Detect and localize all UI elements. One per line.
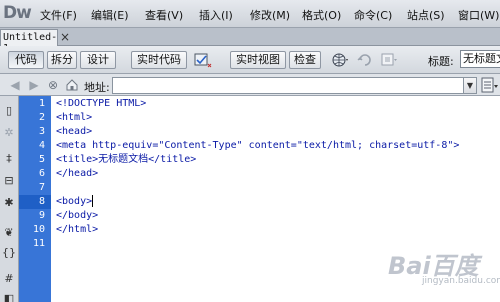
code-line[interactable]: <body> xyxy=(56,195,92,209)
line-numbers-icon[interactable]: # xyxy=(2,272,16,286)
menu-commands[interactable]: 命令(C) xyxy=(354,7,392,23)
address-dropdown-icon[interactable]: ▼ xyxy=(463,77,477,94)
split-view-button[interactable]: 拆分 xyxy=(47,51,77,69)
live-code-button[interactable]: 实时代码 xyxy=(131,51,187,69)
code-line[interactable]: <meta http-equiv="Content-Type" content=… xyxy=(56,139,459,153)
stop-icon[interactable]: ⊗ xyxy=(46,78,60,92)
balance-braces-icon[interactable]: {} xyxy=(2,246,16,260)
menu-bar: Dw 文件(F) 编辑(E) 查看(V) 插入(I) 修改(M) 格式(O) 命… xyxy=(0,0,500,28)
address-label: 地址: xyxy=(84,81,110,94)
design-view-button[interactable]: 设计 xyxy=(80,51,116,69)
document-tab-bar: Untitled-1 xyxy=(0,28,500,54)
text-caret xyxy=(92,195,93,207)
menu-window[interactable]: 窗口(W) xyxy=(458,7,499,23)
refresh-icon[interactable] xyxy=(356,51,374,69)
check-browser-icon[interactable] xyxy=(194,51,212,69)
expand-all-icon[interactable]: ✱ xyxy=(2,196,16,210)
line-number: 2 xyxy=(38,112,45,123)
code-view-button[interactable]: 代码 xyxy=(8,51,44,69)
code-line[interactable]: </body> xyxy=(56,209,98,223)
collapse-selection-icon[interactable]: ⊟ xyxy=(2,174,16,188)
line-number: 6 xyxy=(38,168,45,179)
open-documents-icon[interactable]: ▯ xyxy=(2,104,16,118)
preview-globe-icon[interactable] xyxy=(331,51,349,69)
line-number: 9 xyxy=(38,210,45,221)
address-input[interactable] xyxy=(112,77,464,94)
code-line[interactable]: <head> xyxy=(56,125,92,139)
collapse-full-tag-icon[interactable]: ‡ xyxy=(2,152,16,166)
menu-file[interactable]: 文件(F) xyxy=(40,7,77,23)
document-tab[interactable]: Untitled-1 xyxy=(0,29,58,54)
menu-view[interactable]: 查看(V) xyxy=(145,7,183,23)
line-number: 11 xyxy=(32,238,45,249)
code-line[interactable]: </html> xyxy=(56,223,98,237)
back-arrow-icon[interactable]: ◀ xyxy=(8,78,22,92)
inspect-button[interactable]: 检查 xyxy=(289,51,321,69)
show-code-navigator-icon[interactable]: ✲ xyxy=(2,126,16,140)
home-icon[interactable] xyxy=(65,78,79,92)
select-parent-tag-icon[interactable]: ❦ xyxy=(2,226,16,240)
line-number: 5 xyxy=(38,154,45,165)
line-number: 3 xyxy=(38,126,45,137)
visual-aids-icon[interactable] xyxy=(380,51,398,69)
line-number: 7 xyxy=(38,182,45,193)
line-number: 4 xyxy=(38,140,45,151)
menu-edit[interactable]: 编辑(E) xyxy=(91,7,129,23)
line-number: 1 xyxy=(38,98,45,109)
coding-toolbar: ▯ ✲ ‡ ⊟ ✱ ❦ {} # ◧ xyxy=(0,96,19,302)
options-menu-icon[interactable] xyxy=(481,77,499,94)
code-line[interactable]: <html> xyxy=(56,111,92,125)
menu-format[interactable]: 格式(O) xyxy=(302,7,341,23)
forward-arrow-icon[interactable]: ▶ xyxy=(27,78,41,92)
close-tab-icon[interactable]: × xyxy=(60,30,70,44)
code-line[interactable]: </head> xyxy=(56,167,98,181)
apply-comment-icon[interactable]: ◧ xyxy=(2,292,16,302)
line-number: 8 xyxy=(38,196,45,207)
live-view-button[interactable]: 实时视图 xyxy=(230,51,286,69)
watermark-url: jingyan.baidu.com xyxy=(422,276,500,286)
document-title-field[interactable]: 无标题文档 xyxy=(460,50,500,68)
code-line[interactable]: <!DOCTYPE HTML> xyxy=(56,97,146,111)
menu-site[interactable]: 站点(S) xyxy=(407,7,445,23)
menu-modify[interactable]: 修改(M) xyxy=(250,7,290,23)
line-number-gutter: 1 2 3 4 5 6 7 8 9 10 11 xyxy=(19,96,51,302)
menu-insert[interactable]: 插入(I) xyxy=(199,7,233,23)
dreamweaver-logo: Dw xyxy=(3,3,32,23)
title-label: 标题: xyxy=(428,55,454,68)
line-number: 10 xyxy=(32,224,45,235)
code-line[interactable]: <title>无标题文档</title> xyxy=(56,153,196,167)
